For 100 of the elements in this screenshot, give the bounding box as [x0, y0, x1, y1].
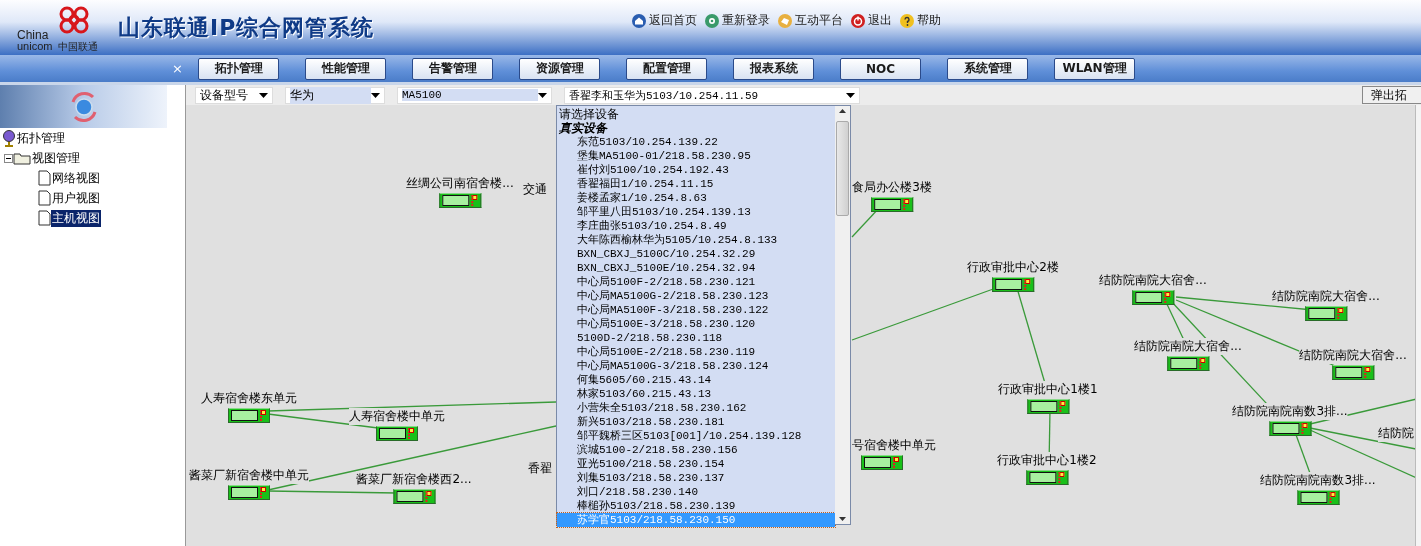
dropdown-option[interactable]: BXN_CBXJ_5100E/10.254.32.94	[557, 261, 835, 275]
header-link[interactable]: 帮助	[900, 12, 941, 29]
dropdown-option[interactable]: 滨城5100-2/218.58.230.156	[557, 443, 835, 457]
scrollbar[interactable]	[1415, 105, 1421, 546]
type-select[interactable]: 设备型号	[195, 86, 273, 104]
dropdown-option[interactable]: 何集5605/60.215.43.14	[557, 373, 835, 387]
network-device-icon[interactable]	[871, 197, 913, 212]
tree-item[interactable]: 用户视图	[51, 189, 101, 207]
dropdown-option[interactable]: 东范5103/10.254.139.22	[557, 135, 835, 149]
network-device-icon[interactable]	[1297, 490, 1339, 505]
header-link[interactable]: 返回首页	[632, 12, 697, 29]
dropdown-option[interactable]: 邹平魏桥三区5103[001]/10.254.139.128	[557, 429, 835, 443]
network-device-icon[interactable]	[1167, 356, 1209, 371]
network-device-icon[interactable]	[1332, 365, 1374, 380]
network-device-icon[interactable]	[439, 193, 481, 208]
device-select[interactable]: 香翟李和玉华为5103/10.254.11.59	[564, 86, 860, 104]
tree-item[interactable]: 视图管理	[31, 149, 81, 167]
dropdown-option[interactable]: 堡集MA5100-01/218.58.230.95	[557, 149, 835, 163]
dropdown-option[interactable]: 林家5103/60.215.43.13	[557, 387, 835, 401]
dropdown-option[interactable]: 香翟福田1/10.254.11.15	[557, 177, 835, 191]
header-link[interactable]: 重新登录	[705, 12, 770, 29]
nav-tab[interactable]: WLAN管理	[1054, 57, 1135, 80]
dropdown-option[interactable]: 中心局MA5100G-2/218.58.230.123	[557, 289, 835, 303]
popup-button[interactable]: 弹出拓	[1362, 86, 1421, 104]
caret-icon	[538, 92, 547, 98]
tree-item[interactable]: 主机视图	[51, 209, 101, 227]
power-icon	[851, 13, 865, 28]
device-label: 酱菜厂新宿舍楼西2...	[356, 471, 472, 488]
nav-tab[interactable]: 拓扑管理	[198, 57, 279, 80]
device-label: 结防院南院大宿舍...	[1099, 272, 1207, 289]
nav-tab[interactable]: 性能管理	[305, 57, 386, 80]
network-device-icon[interactable]	[1269, 421, 1311, 436]
dropdown-option[interactable]: 崔付刘5100/10.254.192.43	[557, 163, 835, 177]
network-device-icon[interactable]	[376, 426, 418, 441]
dropdown-option[interactable]: 李庄曲张5103/10.254.8.49	[557, 219, 835, 233]
dropdown-option[interactable]: 亚光5100/218.58.230.154	[557, 457, 835, 471]
device-label: 行政审批中心1楼1	[998, 381, 1098, 398]
device-label: 号宿舍楼中单元	[852, 437, 936, 454]
nav-tab[interactable]: 资源管理	[519, 57, 600, 80]
dropdown-option[interactable]: 5100D-2/218.58.230.118	[557, 331, 835, 345]
model-select[interactable]: MA5100	[397, 86, 552, 104]
nav-tab[interactable]: 告警管理	[412, 57, 493, 80]
dropdown-option[interactable]: 大年陈西榆林华为5105/10.254.8.133	[557, 233, 835, 247]
device-label: 行政审批中心1楼2	[997, 452, 1097, 469]
folder-icon	[13, 151, 31, 165]
dropdown-option[interactable]: 中心局5100E-3/218.58.230.120	[557, 317, 835, 331]
network-device-icon[interactable]	[1305, 306, 1347, 321]
dropdown-option[interactable]: 中心局5100E-2/218.58.230.119	[557, 345, 835, 359]
network-device-icon[interactable]	[393, 489, 435, 504]
device-label: 结防院	[1378, 425, 1414, 442]
scroll-down-icon[interactable]	[839, 517, 846, 521]
dropdown-option[interactable]: 刘口/218.58.230.140	[557, 485, 835, 499]
logo-text: 中国联通	[58, 40, 98, 54]
dropdown-option[interactable]: 中心局MA5100G-3/218.58.230.124	[557, 359, 835, 373]
header-link[interactable]: 互动平台	[778, 12, 843, 29]
nav-tab[interactable]: 报表系统	[733, 57, 814, 80]
scroll-up-icon[interactable]	[839, 109, 846, 113]
scroll-thumb[interactable]	[836, 121, 849, 216]
dropdown-option[interactable]: 邹平里八田5103/10.254.139.13	[557, 205, 835, 219]
tree-item[interactable]: 拓扑管理	[16, 129, 66, 147]
nav-tab[interactable]: NOC	[840, 57, 921, 80]
header-link[interactable]: 退出	[851, 12, 892, 29]
device-label: 丝绸公司南宿舍楼...	[406, 175, 514, 192]
nav-tab[interactable]: 配置管理	[626, 57, 707, 80]
network-device-icon[interactable]	[1026, 470, 1068, 485]
device-label: 交通	[523, 181, 547, 198]
device-label: 结防院南院南数3排...	[1232, 403, 1348, 420]
tree-item[interactable]: 网络视图	[51, 169, 101, 187]
nav-tab[interactable]: 系统管理	[947, 57, 1028, 80]
caret-icon	[259, 92, 268, 98]
network-device-icon[interactable]	[992, 277, 1034, 292]
device-label: 结防院南院大宿舍...	[1272, 288, 1380, 305]
network-device-icon[interactable]	[1132, 290, 1174, 305]
document-icon	[38, 190, 51, 206]
dropdown-option[interactable]: 小营朱全5103/218.58.230.162	[557, 401, 835, 415]
dropdown-option[interactable]: 新兴5103/218.58.230.181	[557, 415, 835, 429]
dropdown-option[interactable]: 棒槌孙5103/218.58.230.139	[557, 499, 835, 513]
device-label: 食局办公楼3楼	[852, 179, 932, 196]
network-device-icon[interactable]	[1027, 399, 1069, 414]
caret-icon	[846, 92, 855, 98]
dropdown-option[interactable]: 真实设备	[557, 121, 835, 135]
collapse-icon[interactable]	[4, 153, 13, 163]
app-title: 山东联通IP综合网管系统	[118, 13, 375, 42]
device-label: 结防院南院大宿舍...	[1134, 338, 1242, 355]
device-label: 行政审批中心2楼	[967, 259, 1059, 276]
dropdown-option[interactable]: 请选择设备	[557, 107, 835, 121]
dropdown-option[interactable]: 刘集5103/218.58.230.137	[557, 471, 835, 485]
vendor-select[interactable]: 华为	[285, 86, 385, 104]
dropdown-option[interactable]: 中心局5100F-2/218.58.230.121	[557, 275, 835, 289]
dropdown-option[interactable]: BXN_CBXJ_5100C/10.254.32.29	[557, 247, 835, 261]
device-label: 人寿宿舍楼东单元	[201, 390, 297, 407]
scrollbar[interactable]	[835, 106, 850, 524]
dropdown-option[interactable]: 姜楼孟家1/10.254.8.63	[557, 191, 835, 205]
network-device-icon[interactable]	[228, 408, 270, 423]
device-label: 结防院南院南数3排...	[1260, 472, 1376, 489]
help-icon	[900, 13, 914, 28]
dropdown-option[interactable]: 中心局MA5100F-3/218.58.230.122	[557, 303, 835, 317]
network-device-icon[interactable]	[228, 485, 270, 500]
document-icon	[38, 170, 51, 186]
network-device-icon[interactable]	[861, 455, 903, 470]
